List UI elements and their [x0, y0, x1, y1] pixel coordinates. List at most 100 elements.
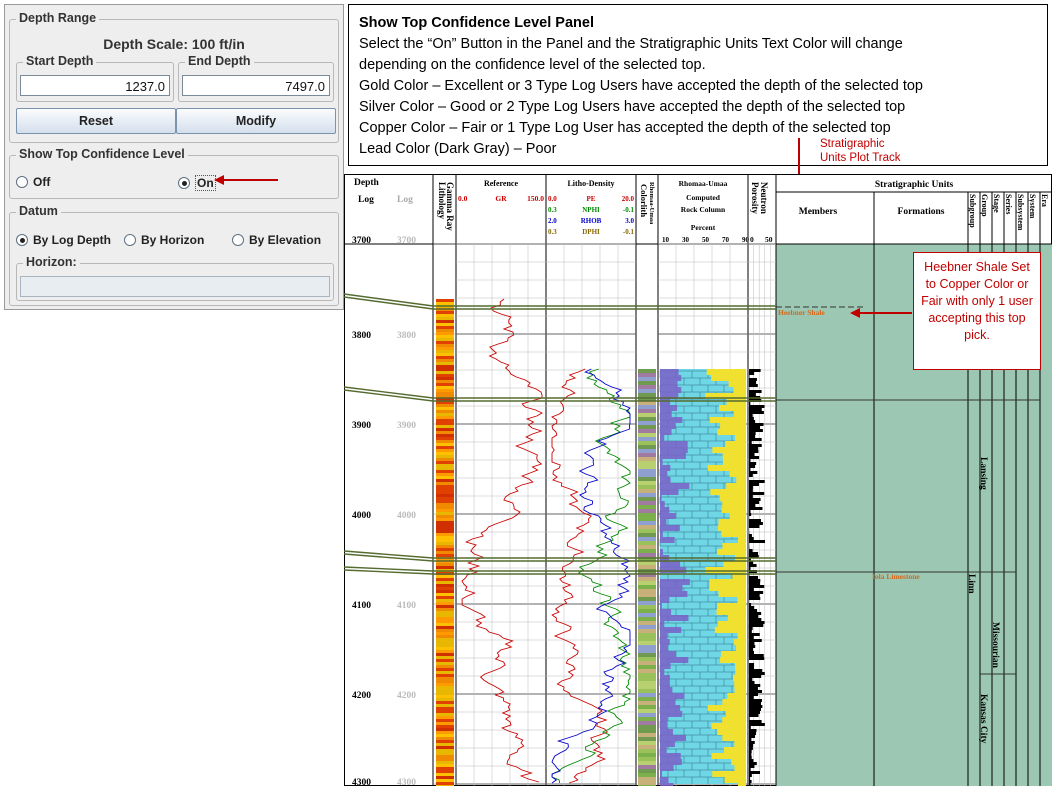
confidence-title: Show Top Confidence Level [16, 147, 188, 161]
rock-shale [660, 753, 681, 759]
porosity-cell [749, 582, 761, 585]
strat-col-label: Subgroup [968, 194, 977, 228]
confidence-on-radio[interactable]: On [178, 175, 216, 191]
strat-col-label: Group [980, 194, 989, 217]
porosity-cell [749, 690, 763, 693]
colorlith-cell [638, 453, 656, 457]
porosity-cell [749, 714, 759, 717]
horizon-input[interactable] [20, 276, 330, 297]
porosity-cell [749, 588, 754, 591]
porosity-cell [749, 684, 761, 687]
rock-shale [660, 783, 674, 786]
gamma-cell [436, 506, 454, 509]
colorlith-cell [638, 629, 656, 633]
colorlith-cell [638, 605, 656, 609]
gamma-cell [436, 743, 454, 746]
rock-sand [706, 369, 746, 375]
rock-shale [660, 585, 683, 591]
porosity-cell [749, 579, 761, 582]
rock-sand [722, 501, 746, 507]
confidence-off-radio[interactable]: Off [16, 175, 50, 189]
strat-col-label: Era [1040, 194, 1049, 207]
rock-sand [709, 579, 746, 585]
rock-sand [711, 375, 746, 381]
rock-sand [717, 729, 746, 735]
colorlith-cell [638, 773, 656, 777]
depth-label-gray: 3900 [397, 421, 416, 431]
rock-shale [660, 387, 682, 393]
porosity-cell [749, 699, 762, 702]
colorlith-cell [638, 677, 656, 681]
rock-shale [660, 441, 688, 447]
gamma-cell [436, 683, 454, 686]
porosity-cell [749, 369, 761, 372]
gamma-cell [436, 635, 454, 638]
porosity-cell [749, 702, 762, 705]
porosity-cell [749, 378, 757, 381]
density-min: 0.3 [548, 228, 557, 236]
heebner-arrow [850, 308, 912, 318]
datum-horizon-radio[interactable]: By Horizon [124, 233, 204, 247]
gamma-cell [436, 629, 454, 632]
datum-horizon-label: By Horizon [141, 233, 205, 247]
colorlith-cell [638, 733, 656, 737]
log-header-gray: Log [397, 195, 413, 205]
description-line: Gold Color – Excellent or 3 Type Log Use… [359, 78, 923, 94]
colorlith-cell [638, 461, 656, 465]
density-max: -0.1 [623, 206, 635, 214]
colorlith-track [638, 369, 656, 786]
gr-min: 0.0 [458, 194, 468, 203]
rock-sand [726, 483, 746, 489]
modify-button[interactable]: Modify [176, 108, 336, 134]
rock-sand [737, 597, 746, 603]
gamma-cell [436, 332, 454, 335]
gamma-cell [436, 512, 454, 515]
porosity-cell [749, 651, 754, 654]
gamma-ray-header: Gamma Ray [445, 182, 455, 231]
confidence-group: Show Top Confidence Level Off On [9, 147, 339, 199]
colorlith-cell [638, 641, 656, 645]
gamma-cell [436, 530, 454, 533]
rock-sand [733, 387, 746, 393]
colorlith-cell [638, 393, 656, 397]
porosity-cell [749, 438, 762, 441]
end-depth-input[interactable]: 7497.0 [182, 75, 330, 96]
rock-shale [660, 729, 673, 735]
rock-column [659, 369, 746, 786]
rock-sand [711, 753, 746, 759]
rock-shale [660, 411, 672, 417]
porosity-cell [749, 768, 751, 771]
colorlith-cell [638, 405, 656, 409]
porosity-cell [749, 597, 761, 600]
porosity-cell [749, 693, 758, 696]
start-depth-input[interactable]: 1237.0 [20, 75, 170, 96]
rock-sand [711, 723, 746, 729]
description-title: Show Top Confidence Level Panel [359, 15, 594, 31]
gamma-cell [436, 593, 454, 596]
description-line: depending on the confidence level of the… [359, 57, 706, 73]
rock-shale [660, 375, 682, 381]
colorlith-cell [638, 721, 656, 725]
colorlith-cell [638, 601, 656, 605]
gamma-cell [436, 482, 454, 485]
colorlith-cell [638, 581, 656, 585]
gamma-cell [436, 674, 454, 677]
datum-log-depth-radio[interactable]: By Log Depth [16, 233, 111, 247]
gamma-cell [436, 671, 454, 674]
rock-sand [717, 621, 746, 627]
rock-sand [727, 693, 746, 699]
rock-shale [660, 747, 667, 753]
gamma-cell [436, 509, 454, 512]
rock-shale [660, 447, 688, 453]
rock-shale [660, 711, 683, 717]
neutron-header: Neutron [759, 182, 769, 214]
density-max: 20.0 [622, 195, 635, 203]
reset-button[interactable]: Reset [16, 108, 176, 134]
porosity-cell [749, 615, 759, 618]
gamma-cell [436, 311, 454, 314]
porosity-cell [749, 624, 764, 627]
rock-shale [660, 759, 682, 765]
datum-elevation-radio[interactable]: By Elevation [232, 233, 321, 247]
rock-sand [717, 429, 746, 435]
start-depth-label: Start Depth [23, 54, 97, 68]
